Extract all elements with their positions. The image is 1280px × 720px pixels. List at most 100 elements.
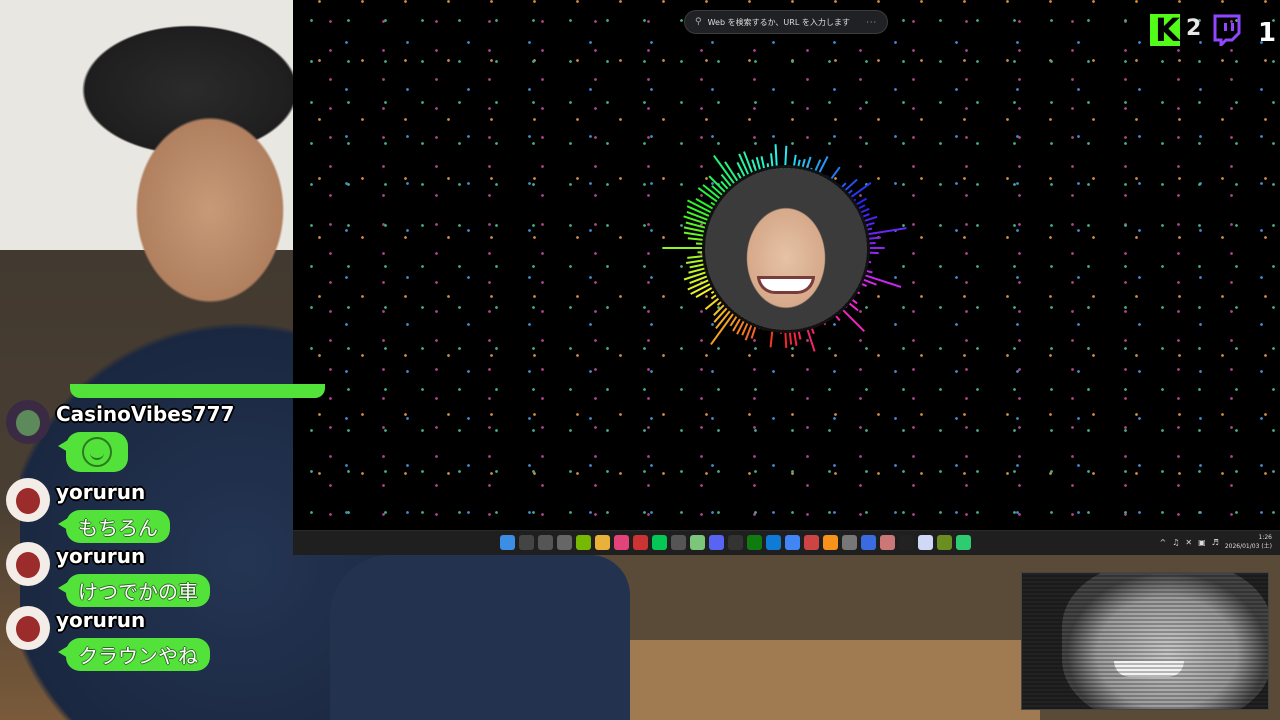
avatar-image <box>16 616 40 642</box>
visualizer-bar <box>710 293 719 300</box>
chat-bubble <box>58 432 128 472</box>
visualizer-bar <box>755 156 762 173</box>
twitch-logo-icon <box>1213 14 1241 46</box>
dark-icon[interactable] <box>899 535 914 550</box>
lips-icon[interactable] <box>614 535 629 550</box>
chat-username: yorurun <box>56 608 146 632</box>
visualizer-bar <box>688 267 706 274</box>
visualizer-bar <box>695 198 714 210</box>
visualizer-bar <box>686 205 711 218</box>
edge-icon[interactable] <box>766 535 781 550</box>
windows-icon[interactable] <box>500 535 515 550</box>
chatgpt-icon[interactable] <box>671 535 686 550</box>
visualizer-bar <box>683 231 705 237</box>
screen-capture: ⚲ Web を検索するか、URL を入力します ··· ^ ♫ ✕ ▣ ♬ 1:… <box>293 0 1280 555</box>
twitch-viewer-count: 1 <box>1258 18 1277 48</box>
chat-bubble-clipped <box>70 384 325 398</box>
visualizer-bar <box>689 263 705 269</box>
mail-icon[interactable] <box>861 535 876 550</box>
windows-taskbar: ^ ♫ ✕ ▣ ♬ 1:26 2026/01/03 (土) <box>293 530 1280 555</box>
record-icon[interactable] <box>633 535 648 550</box>
volume-icon[interactable]: ♬ <box>1212 538 1219 547</box>
explorer-icon[interactable] <box>595 535 610 550</box>
taskbar-icons <box>500 535 971 550</box>
chat-message: yorurun クラウンやね <box>6 606 326 671</box>
visualizer-bar <box>695 286 714 298</box>
chat-username: CasinoVibes777 <box>56 402 235 426</box>
visualizer-bar <box>685 259 705 265</box>
back-icon[interactable] <box>842 535 857 550</box>
room-floor-wood <box>620 640 1040 720</box>
xbox-icon[interactable] <box>747 535 762 550</box>
avatar-image <box>16 488 40 514</box>
user-avatar <box>6 478 50 522</box>
obs-icon[interactable] <box>557 535 572 550</box>
chat-message: CasinoVibes777 <box>6 400 326 490</box>
avatar-image <box>16 552 40 578</box>
chat-message: yorurun もちろん <box>6 478 326 543</box>
visualizer-avatar <box>705 168 867 330</box>
minecraft-icon[interactable] <box>937 535 952 550</box>
user-avatar <box>6 606 50 650</box>
app-icon[interactable] <box>804 535 819 550</box>
visualizer-bar <box>770 153 774 171</box>
visualizer-bar <box>710 310 736 346</box>
visualizer-bar <box>743 151 754 176</box>
sheets-icon[interactable] <box>690 535 705 550</box>
address-bar[interactable]: ⚲ Web を検索するか、URL を入力します ··· <box>684 10 888 34</box>
notes-icon[interactable] <box>918 535 933 550</box>
clock-date: 2026/01/03 (土) <box>1224 543 1272 550</box>
play-icon[interactable] <box>956 535 971 550</box>
visualizer-bar <box>687 255 704 259</box>
chat-bubble: もちろん <box>58 510 170 543</box>
visualizer-bar <box>704 296 722 310</box>
mahjong-icon[interactable] <box>728 535 743 550</box>
smile-emoji-icon <box>82 437 112 467</box>
line-icon[interactable] <box>652 535 667 550</box>
visualizer-bar <box>710 289 717 295</box>
visualizer-bar <box>710 201 717 207</box>
search-icon: ⚲ <box>695 17 702 27</box>
kick-viewer-count: 2 <box>1186 16 1202 41</box>
address-placeholder: Web を検索するか、URL を入力します <box>707 17 850 27</box>
bitcoin-icon[interactable] <box>823 535 838 550</box>
chat-username: yorurun <box>56 480 146 504</box>
discord-icon[interactable] <box>709 535 724 550</box>
chat-message: yorurun けつでかの車 <box>6 542 326 607</box>
chat-bubble: けつでかの車 <box>58 574 210 607</box>
clock-time: 1:26 <box>1258 534 1272 541</box>
visualizer-bar <box>716 299 724 306</box>
chat-bubble: クラウンやね <box>58 638 210 671</box>
photo-icon[interactable] <box>880 535 895 550</box>
visualizer-bar <box>736 172 743 181</box>
close-icon[interactable]: ✕ <box>1185 538 1192 547</box>
visualizer-bar <box>738 153 751 178</box>
taskbar-clock[interactable]: 1:26 2026/01/03 (土) <box>1225 533 1272 551</box>
visualizer-bar <box>760 156 766 172</box>
visualizer-bar <box>687 278 711 291</box>
visualizer-bar <box>713 302 727 316</box>
mic-icon[interactable]: ♫ <box>1172 538 1179 547</box>
visualizer-bar <box>713 154 736 186</box>
nvidia-icon[interactable] <box>576 535 591 550</box>
visualizer-bar <box>774 144 778 171</box>
taskview-icon[interactable] <box>538 535 553 550</box>
scanline-effect <box>1022 573 1268 709</box>
visualizer-bar <box>720 173 733 189</box>
secondary-webcam <box>1021 572 1269 710</box>
network-icon[interactable]: ▣ <box>1198 538 1206 547</box>
chevron-up-icon[interactable]: ^ <box>1160 538 1167 547</box>
visualizer-bar <box>690 282 712 295</box>
chat-username: yorurun <box>56 544 146 568</box>
visualizer-bar <box>784 145 788 171</box>
more-icon[interactable]: ··· <box>866 18 877 27</box>
kick-logo-icon <box>1150 11 1180 49</box>
search-icon[interactable] <box>519 535 534 550</box>
user-avatar <box>6 542 50 586</box>
chrome-icon[interactable] <box>785 535 800 550</box>
system-tray: ^ ♫ ✕ ▣ ♬ 1:26 2026/01/03 (土) <box>1160 533 1272 551</box>
visualizer-bar <box>687 237 704 241</box>
user-avatar <box>6 400 50 444</box>
visualizer-bar <box>683 226 705 233</box>
avatar-smile <box>757 276 815 294</box>
